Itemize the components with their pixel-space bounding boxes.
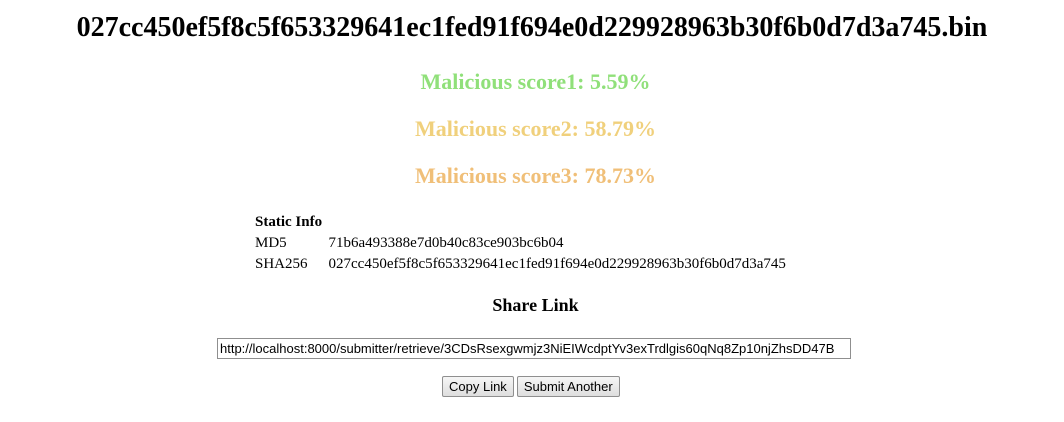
malicious-score-2: Malicious score2: 58.79% — [415, 116, 656, 141]
page: 027cc450ef5f8c5f653329641ec1fed91f694e0d… — [0, 0, 1064, 422]
static-info-header-row: Static Info — [254, 213, 787, 232]
submit-another-button[interactable]: Submit Another — [516, 376, 620, 397]
static-info-row-sha256: SHA256 027cc450ef5f8c5f653329641ec1fed91… — [254, 255, 787, 274]
share-link-input[interactable] — [217, 338, 851, 359]
share-link-heading: Share Link — [492, 295, 579, 315]
action-buttons: Copy Link Submit Another — [442, 376, 620, 397]
md5-value: 71b6a493388e7d0b40c83ce903bc6b04 — [328, 235, 564, 251]
malicious-score-1: Malicious score1: 5.59% — [420, 69, 651, 94]
md5-label: MD5 — [255, 235, 287, 251]
static-info-row-md5: MD5 71b6a493388e7d0b40c83ce903bc6b04 — [254, 234, 787, 253]
copy-link-button[interactable]: Copy Link — [442, 376, 514, 397]
file-title: 027cc450ef5f8c5f653329641ec1fed91f694e0d… — [76, 12, 988, 43]
static-info-table: Static Info MD5 71b6a493388e7d0b40c83ce9… — [252, 211, 789, 276]
sha256-label: SHA256 — [255, 256, 308, 272]
static-info-heading: Static Info — [255, 214, 323, 230]
malicious-score-3: Malicious score3: 78.73% — [415, 163, 656, 188]
sha256-value: 027cc450ef5f8c5f653329641ec1fed91f694e0d… — [328, 256, 786, 272]
